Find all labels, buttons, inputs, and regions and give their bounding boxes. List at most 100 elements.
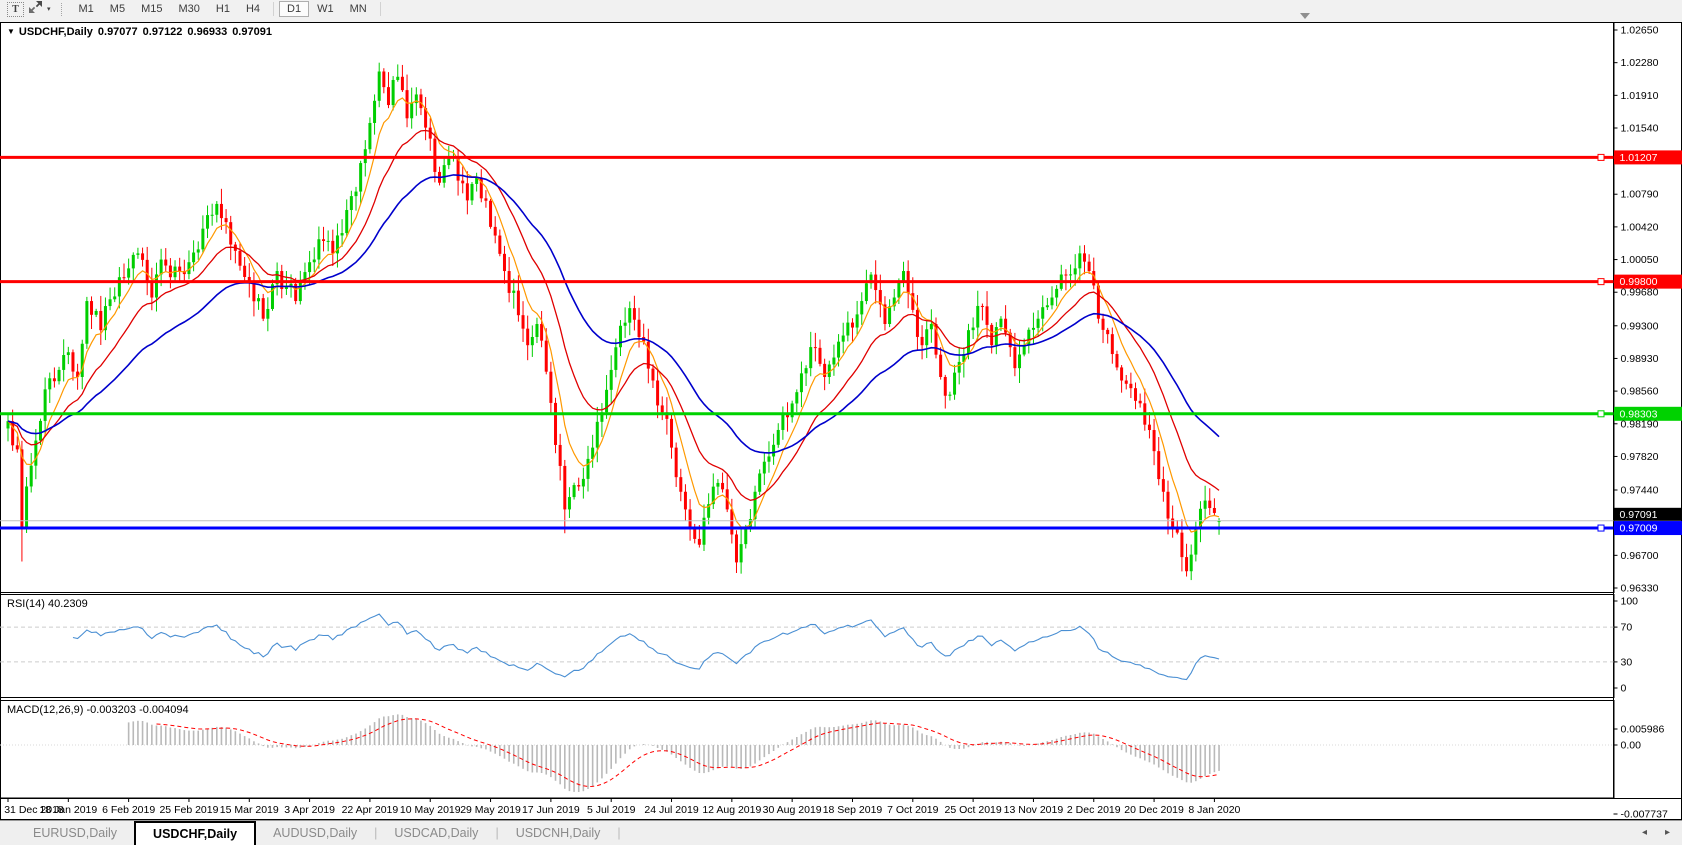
- ohlc-low-value: 0.96933: [187, 26, 228, 38]
- candle-body: [210, 214, 214, 216]
- timeframe-button-m1[interactable]: M1: [71, 1, 102, 17]
- candle-body: [493, 226, 497, 236]
- date-tick-label: 25 Oct 2019: [945, 804, 1002, 816]
- rsi-tick-label: 0: [1621, 683, 1627, 695]
- candle-body: [781, 412, 785, 430]
- candle-body: [985, 306, 989, 325]
- candle-body: [637, 319, 641, 338]
- candle-body: [15, 445, 19, 450]
- candle-body: [85, 301, 89, 344]
- candle-body: [43, 389, 47, 421]
- price-tick-label: 1.00050: [1621, 254, 1659, 266]
- candle-body: [1110, 334, 1114, 355]
- tab-audusd-daily[interactable]: AUDUSD,Daily: [256, 821, 374, 845]
- tab-usdcnh-daily[interactable]: USDCNH,Daily: [499, 821, 618, 845]
- candle-body: [1069, 274, 1073, 276]
- candle-body: [656, 380, 660, 406]
- price-tick-label: 1.00790: [1621, 189, 1659, 201]
- date-tick-label: 18 Jan 2019: [39, 804, 97, 816]
- date-tick-label: 15 Mar 2019: [220, 804, 279, 816]
- date-tick-label: 18 Sep 2019: [823, 804, 883, 816]
- timeframe-button-w1[interactable]: W1: [309, 1, 342, 17]
- tab-usdcad-daily[interactable]: USDCAD,Daily: [377, 821, 495, 845]
- main-price-panel[interactable]: [0, 22, 1615, 593]
- candle-body: [108, 299, 112, 307]
- candle-body: [966, 330, 970, 355]
- candle-body: [1134, 388, 1138, 401]
- tab-scroll-arrows: ◂ ▸: [1642, 820, 1670, 845]
- timeframe-button-mn[interactable]: MN: [342, 1, 375, 17]
- current-price-tag-label: 0.97091: [1620, 509, 1658, 521]
- chart-dropdown-icon[interactable]: ▼: [7, 27, 15, 36]
- candle-body: [953, 372, 957, 395]
- date-tick-label: 29 May 2019: [460, 804, 521, 816]
- tab-eurusd-daily[interactable]: EURUSD,Daily: [16, 821, 134, 845]
- level-line-handle[interactable]: [1597, 524, 1605, 532]
- candle-body: [1208, 500, 1212, 508]
- scroll-position-marker-icon[interactable]: [1300, 13, 1310, 19]
- candle-body: [888, 306, 892, 325]
- candle-body: [660, 405, 664, 413]
- timeframe-button-m30[interactable]: M30: [170, 1, 207, 17]
- candle-body: [25, 486, 29, 529]
- candle-body: [127, 268, 131, 278]
- candle-body: [1161, 479, 1165, 492]
- candle-body: [145, 259, 149, 282]
- candle-body: [721, 482, 725, 490]
- candle-body: [419, 94, 423, 109]
- toolbar-grip-handle[interactable]: [60, 2, 65, 16]
- timeframe-button-m15[interactable]: M15: [133, 1, 170, 17]
- candle-body: [832, 357, 836, 365]
- level-line-handle[interactable]: [1597, 410, 1605, 418]
- candle-body: [1129, 383, 1133, 389]
- draw-arrows-button[interactable]: ▾: [26, 0, 53, 19]
- date-tick-label: 13 Nov 2019: [1004, 804, 1064, 816]
- price-chart-svg[interactable]: 1.012070.998000.983030.970090.970911.026…: [0, 22, 1682, 820]
- candle-body: [864, 283, 868, 302]
- candle-body: [326, 240, 330, 242]
- timeframe-button-h1[interactable]: H1: [208, 1, 238, 17]
- candle-body: [368, 122, 372, 150]
- level-line-handle[interactable]: [1597, 278, 1605, 286]
- tab-scroll-left-icon[interactable]: ◂: [1642, 827, 1647, 838]
- timeframe-button-m5[interactable]: M5: [102, 1, 133, 17]
- tab-scroll-right-icon[interactable]: ▸: [1665, 827, 1670, 838]
- candle-body: [113, 296, 117, 300]
- price-tick-label: 0.99680: [1621, 287, 1659, 299]
- toolbar-separator: [379, 2, 381, 16]
- candle-body: [544, 340, 548, 372]
- candle-body: [758, 473, 762, 492]
- candle-body: [215, 203, 219, 215]
- chart-panels: [0, 22, 1682, 820]
- candle-body: [526, 328, 530, 346]
- rsi-panel[interactable]: [0, 594, 1615, 698]
- candle-body: [679, 477, 683, 492]
- text-label-tool-button[interactable]: T: [5, 1, 26, 17]
- draw-arrows-icon: [28, 0, 43, 19]
- tab-usdchf-daily[interactable]: USDCHF,Daily: [134, 821, 257, 845]
- macd-panel[interactable]: [0, 700, 1615, 799]
- candle-body: [980, 305, 984, 307]
- timeframe-button-d1[interactable]: D1: [279, 1, 310, 17]
- candle-body: [581, 478, 585, 487]
- candle-body: [1166, 491, 1170, 519]
- candle-body: [470, 183, 474, 201]
- date-tick-label: 10 May 2019: [400, 804, 461, 816]
- candle-body: [1031, 327, 1035, 330]
- ohlc-open-value: 0.97077: [97, 26, 138, 38]
- candle-body: [192, 252, 196, 263]
- level-line-handle[interactable]: [1597, 153, 1605, 161]
- candle-body: [396, 76, 400, 80]
- candle-body: [359, 163, 363, 192]
- candle-body: [219, 203, 223, 219]
- date-tick-label: 3 Apr 2019: [284, 804, 335, 816]
- candle-body: [308, 262, 312, 273]
- candle-body: [818, 347, 822, 364]
- candle-body: [897, 281, 901, 298]
- candle-body: [62, 355, 66, 370]
- candle-body: [442, 165, 446, 183]
- candle-body: [929, 324, 933, 330]
- candle-body: [716, 482, 720, 487]
- candle-body: [739, 544, 743, 563]
- timeframe-button-h4[interactable]: H4: [238, 1, 268, 17]
